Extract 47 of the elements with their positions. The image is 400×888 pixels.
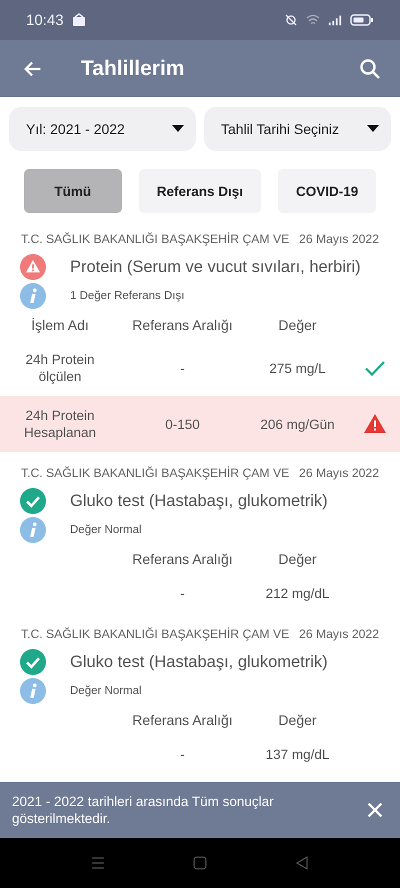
table-cell: - <box>180 585 185 602</box>
column-header: Değer <box>278 551 317 567</box>
result-note: Değer Normal <box>70 685 142 697</box>
table-cell: - <box>180 746 185 763</box>
filter-tab[interactable]: Referans Dışı <box>138 169 261 213</box>
wifi-icon <box>306 13 320 27</box>
snackbar-message: 2021 - 2022 tarihleri arasında Tüm sonuçlar gösterilmektedir. <box>12 793 275 827</box>
caret-icon <box>367 125 379 133</box>
info-icon[interactable] <box>20 517 46 543</box>
filter-tab[interactable]: Tümü <box>24 169 122 213</box>
table-cell: - <box>180 360 185 376</box>
search-icon[interactable] <box>358 56 382 80</box>
lab-name: T.C. SAĞLIK BAKANLIĞI BAŞAKŞEHİR ÇAM VE <box>21 627 290 641</box>
table-cell: 137 mg/dL <box>266 746 330 763</box>
column-header: Referans Aralığı <box>132 551 233 567</box>
test-name: Gluko test (Hastabaşı, glukometrik) <box>70 652 328 672</box>
column-header: Değer <box>278 317 317 333</box>
dropdown[interactable]: Tahlil Tarihi Seçiniz <box>204 107 391 151</box>
alarm-off-icon <box>284 13 298 27</box>
test-name: Protein (Serum ve vucut sıvıları, herbiri) <box>70 258 361 276</box>
column-header: Referans Aralığı <box>132 712 233 728</box>
screen-title: Tahlillerim <box>81 56 186 80</box>
result-date: 26 Mayıs 2022 <box>299 466 379 480</box>
status-time: 10:43 <box>26 12 64 28</box>
table-cell: 212 mg/dL <box>266 585 330 602</box>
test-name: Gluko test (Hastabaşı, glukometrik) <box>70 492 328 510</box>
caret-icon <box>172 125 184 133</box>
lab-name: T.C. SAĞLIK BAKANLIĞI BAŞAKŞEHİR ÇAM VE <box>21 466 290 480</box>
table-cell: 275 mg/L <box>269 360 326 376</box>
table-cell: 0-150 <box>165 416 200 432</box>
signal-icon <box>328 13 342 27</box>
dropdown[interactable]: Yıl: 2021 - 2022 <box>9 107 196 151</box>
table-cell: 206 mg/Gün <box>260 416 335 432</box>
lab-name: T.C. SAĞLIK BAKANLIĞI BAŞAKŞEHİR ÇAM VE <box>21 232 290 246</box>
result-date: 26 Mayıs 2022 <box>299 627 379 641</box>
info-icon[interactable] <box>20 678 46 704</box>
result-note: Değer Normal <box>70 524 142 536</box>
column-header: Değer <box>278 712 317 728</box>
column-header: İşlem Adı <box>31 317 89 333</box>
battery-icon <box>350 13 374 27</box>
table-cell-text: 24h Protein ölçülen <box>24 351 96 385</box>
result-date: 26 Mayıs 2022 <box>299 232 379 246</box>
result-note: 1 Değer Referans Dışı <box>70 290 184 302</box>
info-icon[interactable] <box>20 283 46 309</box>
filter-tab[interactable]: COVID-19 <box>278 169 376 213</box>
column-header: Referans Aralığı <box>132 317 233 333</box>
table-cell-text: 24h Protein Hesaplanan <box>22 407 98 441</box>
